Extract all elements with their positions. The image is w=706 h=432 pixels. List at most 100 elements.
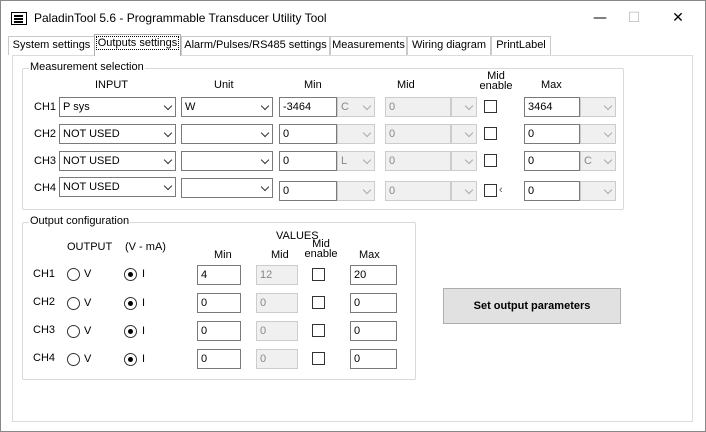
min-header: Min	[304, 79, 322, 91]
out-ch1-v-label: V	[84, 268, 92, 280]
out-mid-header: Mid	[271, 249, 289, 261]
unit-header: Unit	[214, 79, 234, 91]
out-ch1-i-label: I	[142, 268, 146, 280]
ch4-mid-enable-label: ‹	[499, 184, 503, 196]
out-ch2-min-input[interactable]: 0	[197, 293, 241, 313]
ch4-input-select[interactable]: NOT USED	[59, 177, 176, 197]
ch1-input-select[interactable]: P sys	[59, 97, 176, 117]
out-mid-enable-header: Mid enable	[304, 238, 338, 260]
max-header: Max	[541, 79, 562, 91]
ch3-unit-select[interactable]	[181, 151, 273, 171]
ch1-unit-select[interactable]: W	[181, 97, 273, 117]
tab-print-label[interactable]: PrintLabel	[491, 36, 551, 55]
out-ch2-i-radio[interactable]	[124, 297, 137, 310]
out-max-header: Max	[359, 249, 380, 261]
measurement-selection-title: Measurement selection	[29, 61, 145, 73]
out-ch1-max-input[interactable]: 20	[350, 265, 397, 285]
output-header: OUTPUT	[67, 241, 113, 253]
out-ch1-mid-enable-checkbox[interactable]	[312, 268, 325, 281]
ch2-min-input[interactable]: 0	[279, 124, 337, 144]
ch1-max-unit-select	[580, 97, 616, 117]
ch4-min-unit-select	[337, 181, 375, 201]
out-ch4-v-label: V	[84, 353, 92, 365]
out-ch3-mid-input: 0	[256, 321, 298, 341]
ch3-mid-unit-select	[451, 151, 477, 171]
ch2-max-unit-select	[580, 124, 616, 144]
window-title: PaladinTool 5.6 - Programmable Transduce…	[34, 11, 327, 25]
mid-header: Mid	[397, 79, 415, 91]
ch1-label: CH1	[34, 101, 57, 113]
ch3-min-unit-select: L	[337, 151, 375, 171]
ch4-max-input[interactable]: 0	[524, 181, 580, 201]
out-ch4-mid-input: 0	[256, 349, 298, 369]
out-ch2-label: CH2	[33, 296, 56, 308]
ch1-max-input[interactable]: 3464	[524, 97, 580, 117]
ch4-max-unit-select	[580, 181, 616, 201]
out-ch4-i-label: I	[142, 353, 146, 365]
out-ch4-mid-enable-checkbox[interactable]	[312, 352, 325, 365]
ch3-label: CH3	[34, 155, 57, 167]
ch3-min-input[interactable]: 0	[279, 151, 337, 171]
ch4-unit-select[interactable]	[181, 178, 273, 198]
set-output-parameters-button[interactable]: Set output parameters	[443, 288, 621, 324]
out-ch3-max-input[interactable]: 0	[350, 321, 397, 341]
tab-wiring-diagram[interactable]: Wiring diagram	[407, 36, 491, 55]
ch1-mid-input: 0	[385, 97, 451, 117]
ch1-mid-enable-checkbox[interactable]	[484, 100, 497, 113]
ch4-mid-enable-checkbox[interactable]	[484, 184, 497, 197]
ch4-mid-input: 0	[385, 181, 451, 201]
ch3-mid-enable-checkbox[interactable]	[484, 154, 497, 167]
ch3-max-unit-select: C	[580, 151, 616, 171]
out-ch3-label: CH3	[33, 324, 56, 336]
input-header: INPUT	[95, 79, 128, 91]
out-ch1-i-radio[interactable]	[124, 268, 137, 281]
ch1-min-unit-select: C	[337, 97, 375, 117]
ch3-max-input[interactable]: 0	[524, 151, 580, 171]
mid-enable-header: Mid enable	[479, 70, 513, 92]
out-ch2-i-label: I	[142, 297, 146, 309]
close-button[interactable]: ✕	[662, 6, 694, 30]
ch2-mid-enable-checkbox[interactable]	[484, 127, 497, 140]
out-ch1-v-radio[interactable]	[67, 268, 80, 281]
maximize-button[interactable]: ☐	[618, 6, 650, 30]
out-ch3-mid-enable-checkbox[interactable]	[312, 324, 325, 337]
tab-alarm-pulses-rs485[interactable]: Alarm/Pulses/RS485 settings	[181, 36, 330, 55]
out-ch2-v-label: V	[84, 297, 92, 309]
out-ch1-min-input[interactable]: 4	[197, 265, 241, 285]
ch2-label: CH2	[34, 128, 57, 140]
out-ch3-v-label: V	[84, 325, 92, 337]
out-ch4-max-input[interactable]: 0	[350, 349, 397, 369]
out-ch4-i-radio[interactable]	[124, 353, 137, 366]
tab-outputs-settings[interactable]: Outputs settings	[94, 34, 181, 56]
output-configuration-title: Output configuration	[29, 215, 131, 227]
vma-header: (V - mA)	[125, 241, 166, 253]
minimize-button[interactable]: —	[584, 6, 616, 30]
ch2-max-input[interactable]: 0	[524, 124, 580, 144]
out-ch2-mid-input: 0	[256, 293, 298, 313]
ch2-input-select[interactable]: NOT USED	[59, 124, 176, 144]
out-min-header: Min	[214, 249, 232, 261]
out-ch3-i-label: I	[142, 325, 146, 337]
ch2-unit-select[interactable]	[181, 124, 273, 144]
ch2-mid-input: 0	[385, 124, 451, 144]
ch4-mid-unit-select	[451, 181, 477, 201]
app-icon	[11, 12, 27, 25]
ch3-mid-input: 0	[385, 151, 451, 171]
tab-measurements[interactable]: Measurements	[330, 36, 407, 55]
out-ch2-v-radio[interactable]	[67, 297, 80, 310]
ch4-min-input[interactable]: 0	[279, 181, 337, 201]
out-ch3-v-radio[interactable]	[67, 325, 80, 338]
title-bar: PaladinTool 5.6 - Programmable Transduce…	[0, 0, 706, 34]
out-ch4-min-input[interactable]: 0	[197, 349, 241, 369]
out-ch3-i-radio[interactable]	[124, 325, 137, 338]
out-ch3-min-input[interactable]: 0	[197, 321, 241, 341]
ch3-input-select[interactable]: NOT USED	[59, 151, 176, 171]
tab-system-settings[interactable]: System settings	[8, 36, 95, 55]
ch2-mid-unit-select	[451, 124, 477, 144]
ch2-min-unit-select	[337, 124, 375, 144]
out-ch4-v-radio[interactable]	[67, 353, 80, 366]
out-ch2-mid-enable-checkbox[interactable]	[312, 296, 325, 309]
ch1-min-input[interactable]: -3464	[279, 97, 337, 117]
out-ch2-max-input[interactable]: 0	[350, 293, 397, 313]
out-ch4-label: CH4	[33, 352, 56, 364]
